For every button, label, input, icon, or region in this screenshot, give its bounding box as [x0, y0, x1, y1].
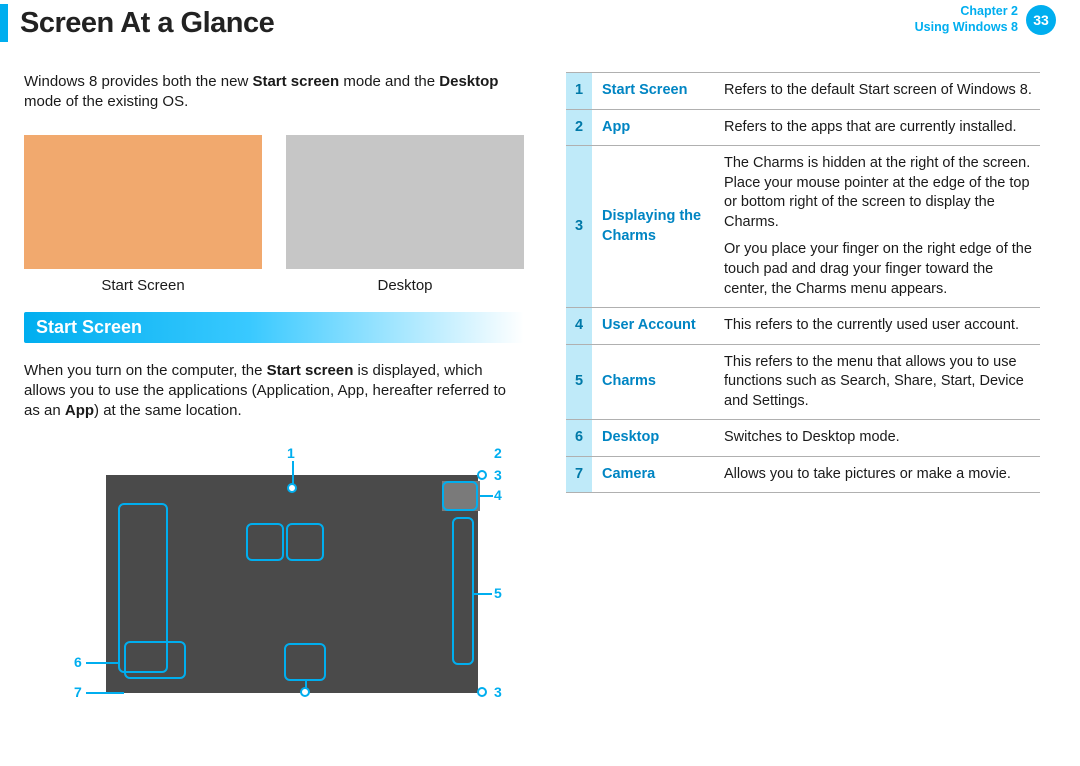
callout-6: 6 — [74, 654, 82, 670]
diagram-box-user — [442, 481, 478, 511]
row-number: 4 — [566, 308, 592, 345]
intro-text: mode and the — [339, 73, 439, 90]
table-row: 4User AccountThis refers to the currentl… — [566, 308, 1040, 345]
callout-1: 1 — [287, 445, 295, 461]
mode-desktop: Desktop — [286, 135, 524, 294]
row-description: Allows you to take pictures or make a mo… — [718, 456, 1040, 493]
row-description: Refers to the default Start screen of Wi… — [718, 73, 1040, 110]
row-number: 7 — [566, 456, 592, 493]
table-row: 3Displaying the CharmsThe Charms is hidd… — [566, 146, 1040, 308]
mode-start-screen: Start Screen — [24, 135, 262, 294]
row-description: The Charms is hidden at the right of the… — [718, 146, 1040, 308]
callout-4: 4 — [494, 487, 502, 503]
callout-dot — [477, 470, 487, 480]
content-columns: Windows 8 provides both the new Start sc… — [0, 42, 1080, 725]
row-number: 2 — [566, 109, 592, 146]
page-title: Screen At a Glance — [20, 7, 274, 40]
callout-3-bottom: 3 — [494, 684, 502, 700]
row-term: User Account — [592, 308, 718, 345]
chapter-line-2: Using Windows 8 — [915, 20, 1018, 34]
diagram-box-tile-a — [246, 523, 284, 561]
right-column: 1Start ScreenRefers to the default Start… — [566, 72, 1040, 725]
definitions-table: 1Start ScreenRefers to the default Start… — [566, 72, 1040, 493]
title-accent-bar — [0, 4, 8, 42]
row-description: This refers to the menu that allows you … — [718, 344, 1040, 420]
table-row: 1Start ScreenRefers to the default Start… — [566, 73, 1040, 110]
table-row: 6DesktopSwitches to Desktop mode. — [566, 420, 1040, 457]
row-number: 1 — [566, 73, 592, 110]
callout-line — [86, 692, 124, 694]
callout-dot — [477, 687, 487, 697]
row-term: Camera — [592, 456, 718, 493]
start-screen-label: Start Screen — [24, 277, 262, 294]
chapter-line-1: Chapter 2 — [960, 4, 1018, 18]
intro-bold-desktop: Desktop — [439, 73, 498, 90]
body-text: When you turn on the computer, the — [24, 362, 267, 379]
section-heading: Start Screen — [24, 312, 524, 343]
callout-dot — [300, 687, 310, 697]
start-screen-thumb — [24, 135, 262, 269]
body-text: ) at the same location. — [94, 402, 242, 419]
page-number-badge: 33 — [1026, 5, 1056, 35]
diagram-box-desktop — [124, 641, 186, 679]
diagram-box-camera — [284, 643, 326, 681]
row-description: Refers to the apps that are currently in… — [718, 109, 1040, 146]
callout-5: 5 — [494, 585, 502, 601]
row-number: 5 — [566, 344, 592, 420]
chapter-block: Chapter 2 Using Windows 8 33 — [915, 4, 1056, 35]
intro-text: mode of the existing OS. — [24, 93, 188, 110]
left-column: Windows 8 provides both the new Start sc… — [24, 72, 524, 725]
desktop-label: Desktop — [286, 277, 524, 294]
diagram-charms-box — [452, 517, 474, 665]
page-header: Screen At a Glance Chapter 2 Using Windo… — [0, 0, 1080, 42]
table-row: 2AppRefers to the apps that are currentl… — [566, 109, 1040, 146]
callout-3-top: 3 — [494, 467, 502, 483]
body-bold-app: App — [65, 402, 94, 419]
callout-7: 7 — [74, 684, 82, 700]
mode-thumbnails: Start Screen Desktop — [24, 135, 524, 294]
row-number: 3 — [566, 146, 592, 308]
title-wrap: Screen At a Glance — [0, 4, 274, 42]
callout-line — [292, 461, 294, 485]
body-bold-start-screen: Start screen — [267, 362, 354, 379]
row-term: Desktop — [592, 420, 718, 457]
row-term: App — [592, 109, 718, 146]
chapter-text: Chapter 2 Using Windows 8 — [915, 4, 1018, 35]
callout-line — [86, 662, 120, 664]
callout-2: 2 — [494, 445, 502, 461]
desktop-thumb — [286, 135, 524, 269]
row-term: Displaying the Charms — [592, 146, 718, 308]
table-body: 1Start ScreenRefers to the default Start… — [566, 73, 1040, 493]
table-row: 7CameraAllows you to take pictures or ma… — [566, 456, 1040, 493]
row-description: This refers to the currently used user a… — [718, 308, 1040, 345]
intro-text: Windows 8 provides both the new — [24, 73, 252, 90]
start-screen-diagram: 1 2 3 4 5 6 7 3 — [24, 445, 524, 725]
callout-line — [474, 593, 492, 595]
intro-paragraph: Windows 8 provides both the new Start sc… — [24, 72, 524, 113]
diagram-box-tile-b — [286, 523, 324, 561]
row-term: Charms — [592, 344, 718, 420]
row-number: 6 — [566, 420, 592, 457]
row-term: Start Screen — [592, 73, 718, 110]
row-description: Switches to Desktop mode. — [718, 420, 1040, 457]
intro-bold-start-screen: Start screen — [252, 73, 339, 90]
table-row: 5CharmsThis refers to the menu that allo… — [566, 344, 1040, 420]
section-body: When you turn on the computer, the Start… — [24, 361, 524, 422]
